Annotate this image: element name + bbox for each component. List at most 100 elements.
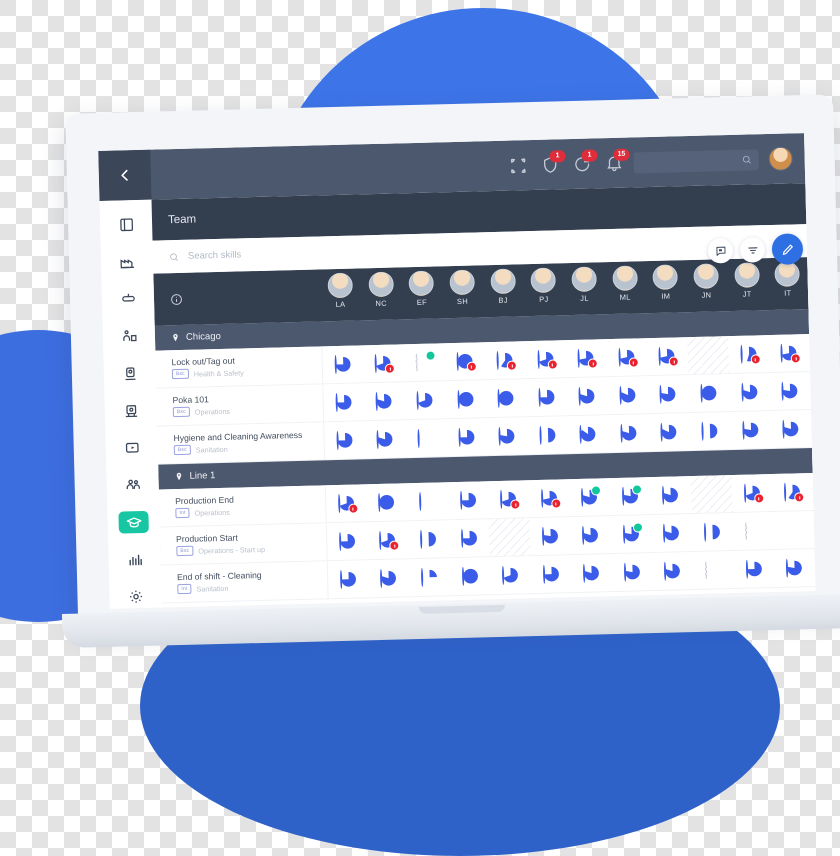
global-search-input[interactable] xyxy=(633,149,758,173)
person-column[interactable]: EF xyxy=(401,270,443,307)
matrix-cell[interactable] xyxy=(648,375,690,413)
matrix-cell[interactable] xyxy=(485,379,527,417)
matrix-cell[interactable] xyxy=(769,372,811,410)
matrix-cell[interactable] xyxy=(649,413,691,451)
matrix-cell[interactable] xyxy=(409,558,451,596)
matrix-cell[interactable] xyxy=(364,382,406,420)
matrix-cell[interactable] xyxy=(407,482,449,520)
sidebar-item-skills[interactable] xyxy=(118,511,149,534)
matrix-cell[interactable] xyxy=(327,522,369,560)
sidebar-item-factory[interactable] xyxy=(112,250,143,273)
matrix-cell[interactable] xyxy=(488,480,530,518)
matrix-info-cell[interactable] xyxy=(153,269,320,325)
sidebar-item-video[interactable] xyxy=(116,436,147,459)
edit-button[interactable] xyxy=(772,233,804,265)
matrix-cell[interactable] xyxy=(651,514,693,552)
matrix-cell[interactable] xyxy=(688,374,730,412)
matrix-cell[interactable] xyxy=(611,515,653,553)
matrix-cell[interactable] xyxy=(490,556,532,594)
matrix-cell[interactable] xyxy=(444,342,486,380)
matrix-cell[interactable] xyxy=(445,380,487,418)
matrix-cell[interactable] xyxy=(569,478,611,516)
sidebar-item-dashboard[interactable] xyxy=(111,213,142,236)
matrix-cell[interactable] xyxy=(571,554,613,592)
matrix-cell[interactable] xyxy=(363,344,405,382)
matrix-cell[interactable] xyxy=(367,521,409,559)
matrix-cell[interactable] xyxy=(566,339,608,377)
matrix-cell[interactable] xyxy=(768,334,810,372)
matrix-cell[interactable] xyxy=(449,557,491,595)
matrix-cell[interactable] xyxy=(610,477,652,515)
matrix-cell[interactable] xyxy=(567,377,609,415)
person-column[interactable]: SH xyxy=(441,269,483,306)
matrix-cell[interactable] xyxy=(527,416,569,454)
matrix-cell[interactable] xyxy=(326,484,368,522)
matrix-cell[interactable] xyxy=(323,383,365,421)
sidebar-item-machine[interactable] xyxy=(115,362,146,385)
person-column[interactable]: NC xyxy=(360,271,402,308)
matrix-cell[interactable] xyxy=(607,376,649,414)
matrix-cell[interactable] xyxy=(568,415,610,453)
matrix-cell[interactable] xyxy=(729,373,771,411)
matrix-cell[interactable] xyxy=(405,419,447,457)
matrix-cell[interactable] xyxy=(328,560,370,598)
scan-frame-icon[interactable] xyxy=(509,156,528,175)
matrix-cell[interactable] xyxy=(485,341,527,379)
comment-button[interactable] xyxy=(708,238,734,264)
matrix-cell[interactable] xyxy=(772,473,814,511)
person-column[interactable]: IT xyxy=(767,261,809,298)
matrix-cell[interactable] xyxy=(448,519,490,557)
matrix-cell[interactable] xyxy=(612,553,654,591)
matrix-cell[interactable] xyxy=(529,479,571,517)
matrix-cell[interactable] xyxy=(731,474,773,512)
matrix-cell[interactable] xyxy=(530,517,572,555)
sidebar-item-people[interactable] xyxy=(117,474,148,497)
matrix-cell[interactable] xyxy=(774,549,816,587)
shield-icon[interactable]: 1 xyxy=(540,155,559,174)
avatar[interactable] xyxy=(768,146,793,171)
matrix-cell[interactable] xyxy=(447,481,489,519)
matrix-cell[interactable] xyxy=(366,483,408,521)
matrix-cell[interactable] xyxy=(730,411,772,449)
matrix-cell[interactable] xyxy=(650,476,692,514)
sidebar-item-settings[interactable] xyxy=(120,585,151,608)
sidebar-item-station[interactable] xyxy=(114,325,145,348)
matrix-cell[interactable] xyxy=(365,420,407,458)
matrix-cell[interactable] xyxy=(693,551,735,589)
person-column[interactable]: BJ xyxy=(482,268,524,305)
person-column[interactable]: ML xyxy=(604,265,646,302)
filter-button[interactable] xyxy=(740,237,766,263)
matrix-cell[interactable] xyxy=(728,335,770,373)
matrix-cell[interactable] xyxy=(525,340,567,378)
matrix-cell[interactable] xyxy=(446,418,488,456)
matrix-cell[interactable] xyxy=(486,417,528,455)
matrix-cell[interactable] xyxy=(733,550,775,588)
matrix-cell[interactable] xyxy=(404,381,446,419)
sidebar-item-equipment[interactable] xyxy=(116,399,147,422)
matrix-cell[interactable] xyxy=(608,414,650,452)
matrix-cell[interactable] xyxy=(732,512,774,550)
matrix-cell[interactable] xyxy=(322,345,364,383)
matrix-cell[interactable] xyxy=(408,520,450,558)
matrix-cell[interactable] xyxy=(368,559,410,597)
back-button[interactable] xyxy=(98,150,151,201)
matrix-cell[interactable] xyxy=(531,555,573,593)
matrix-cell[interactable] xyxy=(324,421,366,459)
bell-icon[interactable]: 15 xyxy=(604,153,623,172)
person-column[interactable]: JT xyxy=(726,262,768,299)
matrix-cell[interactable] xyxy=(606,338,648,376)
matrix-cell[interactable] xyxy=(770,410,812,448)
sidebar-item-line[interactable] xyxy=(113,287,144,310)
matrix-cell[interactable] xyxy=(403,343,445,381)
person-column[interactable]: LA xyxy=(319,272,361,309)
matrix-cell[interactable] xyxy=(647,337,689,375)
person-column[interactable]: JL xyxy=(563,266,605,303)
sidebar-item-analytics[interactable] xyxy=(119,548,150,571)
matrix-cell[interactable] xyxy=(689,412,731,450)
sync-icon[interactable]: 1 xyxy=(572,154,591,173)
matrix-cell[interactable] xyxy=(692,513,734,551)
matrix-cell[interactable] xyxy=(773,511,815,549)
matrix-cell[interactable] xyxy=(652,552,694,590)
person-column[interactable]: PJ xyxy=(523,267,565,304)
person-column[interactable]: JN xyxy=(685,263,727,300)
